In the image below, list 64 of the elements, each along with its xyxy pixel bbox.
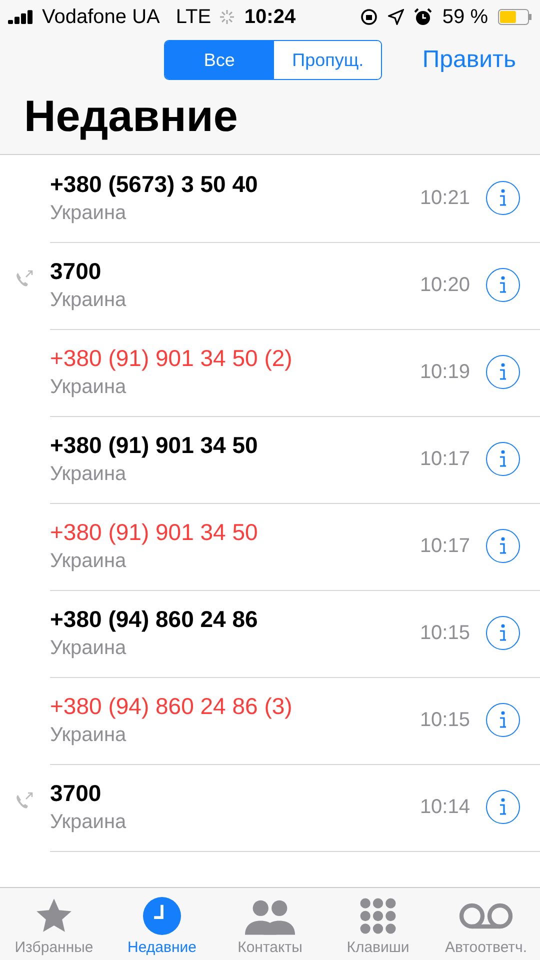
signal-icon: [8, 10, 34, 24]
outgoing-call-icon: [14, 270, 34, 288]
call-time: 10:14: [420, 796, 470, 818]
info-button[interactable]: [486, 442, 520, 476]
alarm-icon: [414, 8, 432, 26]
phone-number: 3700: [50, 258, 102, 285]
tab-bar-item[interactable]: Недавние: [108, 888, 216, 960]
info-icon: [499, 798, 507, 816]
info-button[interactable]: [486, 529, 520, 563]
call-time: 10:17: [420, 534, 470, 558]
phone-number: +380 (91) 901 34 50: [50, 432, 259, 459]
call-time: 10:15: [420, 708, 470, 732]
loading-spinner-icon: [219, 9, 236, 25]
call-time: 10:21: [420, 186, 470, 210]
info-button[interactable]: [486, 616, 520, 650]
edit-button[interactable]: Править: [422, 46, 516, 74]
filter-segment[interactable]: Пропущ.: [273, 41, 382, 79]
location-arrow-icon: [388, 9, 404, 25]
tab-bar-item[interactable]: Автоответч.: [432, 888, 540, 960]
call-location: Украина: [50, 289, 128, 312]
tab-bar-item[interactable]: Контакты: [216, 888, 324, 960]
call-location: Украина: [50, 376, 128, 399]
call-location: Украина: [50, 463, 128, 486]
call-time: 10:15: [420, 622, 470, 644]
call-location: Украина: [50, 202, 128, 225]
info-icon: [499, 711, 507, 729]
info-icon: [499, 189, 507, 207]
info-button[interactable]: [486, 790, 520, 824]
network-type: LTE: [176, 6, 212, 28]
info-icon: [499, 276, 507, 294]
info-icon: [499, 450, 507, 468]
call-location: Украина: [50, 811, 128, 834]
call-location: Украина: [50, 724, 128, 747]
phone-number: 3700: [50, 780, 102, 807]
call-time: 10:19: [420, 360, 470, 384]
info-button[interactable]: [486, 703, 520, 737]
carrier-name: Vodafone UA: [42, 6, 160, 28]
battery-percent: 59 %: [442, 6, 488, 28]
info-icon: [499, 363, 507, 381]
info-icon: [499, 624, 507, 642]
filter-segment[interactable]: Все: [165, 41, 274, 79]
outgoing-call-icon: [14, 792, 34, 810]
tab-bar-item[interactable]: Клавиши: [324, 888, 432, 960]
phone-number: +380 (94) 860 24 86: [50, 606, 259, 633]
tab-bar-item[interactable]: Избранные: [0, 888, 108, 960]
page-title: Недавние: [23, 91, 239, 143]
keypad-icon: [359, 897, 397, 935]
info-button[interactable]: [486, 181, 520, 215]
info-icon: [499, 537, 507, 555]
info-button[interactable]: [486, 268, 520, 302]
call-filter-control[interactable]: Все Пропущ.: [164, 40, 382, 80]
phone-number: +380 (5673) 3 50 40: [50, 171, 259, 198]
call-location: Украина: [50, 637, 128, 660]
call-time: 10:17: [420, 448, 470, 470]
clock-icon: [143, 897, 181, 935]
info-button[interactable]: [486, 355, 520, 389]
call-location: Украина: [50, 550, 128, 573]
phone-number: +380 (91) 901 34 50 (2): [50, 345, 294, 372]
phone-number: +380 (94) 860 24 86 (3): [50, 693, 294, 720]
phone-number: +380 (91) 901 34 50: [50, 519, 259, 546]
battery-icon: [498, 9, 532, 25]
call-time: 10:20: [420, 274, 470, 296]
status-time: 10:24: [244, 6, 296, 28]
rotation-lock-icon: [360, 8, 378, 26]
